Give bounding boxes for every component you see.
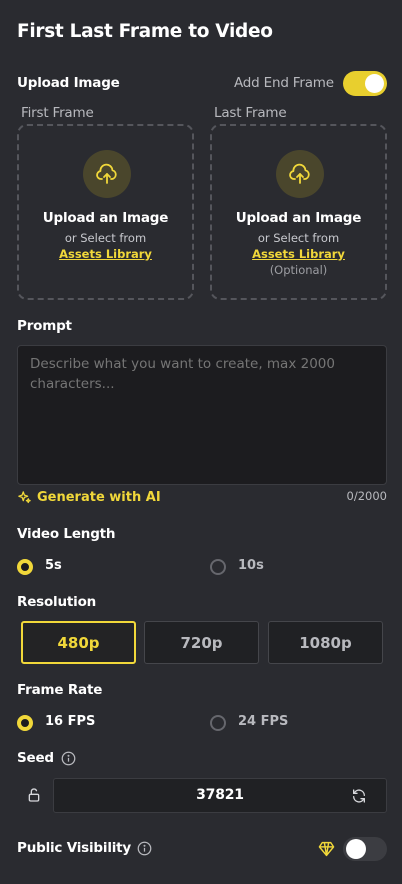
- first-frame-upload-button[interactable]: [83, 150, 131, 198]
- visibility-header: Public Visibility: [17, 840, 152, 856]
- toggle-knob: [365, 74, 384, 93]
- first-frame-label: First Frame: [21, 105, 94, 121]
- first-frame-dropzone[interactable]: Upload an Image or Select from Assets Li…: [17, 124, 194, 300]
- lock-icon[interactable]: [26, 787, 42, 803]
- upload-title: Upload an Image: [42, 210, 169, 226]
- fps-24-label[interactable]: 24 FPS: [238, 714, 288, 729]
- refresh-icon[interactable]: [351, 788, 367, 804]
- sparkle-icon: [18, 491, 31, 504]
- info-icon[interactable]: [137, 841, 152, 856]
- assets-library-link[interactable]: Assets Library: [252, 247, 345, 261]
- assets-library-link[interactable]: Assets Library: [59, 247, 152, 261]
- prompt-textarea[interactable]: [17, 345, 387, 485]
- toggle-knob: [346, 839, 366, 859]
- fps-24-radio[interactable]: [210, 715, 226, 731]
- upload-image-label: Upload Image: [17, 75, 120, 91]
- upload-title: Upload an Image: [235, 210, 362, 226]
- length-10s-radio[interactable]: [210, 559, 226, 575]
- last-frame-upload-button[interactable]: [276, 150, 324, 198]
- generate-with-ai-button[interactable]: Generate with AI: [17, 490, 161, 505]
- character-counter: 0/2000: [346, 489, 387, 503]
- video-length-label: Video Length: [17, 526, 116, 542]
- add-end-frame-toggle[interactable]: [343, 71, 387, 96]
- length-5s-radio[interactable]: [17, 559, 33, 575]
- resolution-label: Resolution: [17, 594, 97, 610]
- frame-rate-label: Frame Rate: [17, 682, 103, 698]
- or-select-text: or Select from: [64, 231, 147, 245]
- or-select-text: or Select from: [257, 231, 340, 245]
- info-icon[interactable]: [61, 751, 76, 766]
- page-title: First Last Frame to Video: [17, 21, 273, 42]
- length-10s-label[interactable]: 10s: [238, 558, 264, 573]
- fps-16-radio[interactable]: [17, 715, 33, 731]
- last-frame-label: Last Frame: [214, 105, 287, 121]
- seed-header: Seed: [17, 750, 76, 766]
- add-end-frame-label: Add End Frame: [234, 75, 334, 91]
- resolution-480p-button[interactable]: 480p: [21, 621, 136, 664]
- seed-input[interactable]: 37821: [53, 778, 387, 813]
- diamond-icon: [318, 841, 335, 857]
- last-frame-dropzone[interactable]: Upload an Image or Select from Assets Li…: [210, 124, 387, 300]
- resolution-720p-button[interactable]: 720p: [144, 621, 259, 664]
- length-5s-label[interactable]: 5s: [45, 558, 62, 573]
- fps-16-label[interactable]: 16 FPS: [45, 714, 95, 729]
- prompt-label: Prompt: [17, 318, 72, 334]
- optional-note: (Optional): [269, 263, 328, 277]
- seed-value: 37821: [196, 787, 244, 803]
- public-visibility-toggle[interactable]: [343, 837, 387, 861]
- public-visibility-label: Public Visibility: [17, 840, 132, 856]
- seed-label: Seed: [17, 750, 54, 766]
- generate-with-ai-label: Generate with AI: [37, 490, 161, 505]
- cloud-upload-icon: [96, 163, 117, 184]
- resolution-1080p-button[interactable]: 1080p: [268, 621, 383, 664]
- cloud-upload-icon: [289, 163, 310, 184]
